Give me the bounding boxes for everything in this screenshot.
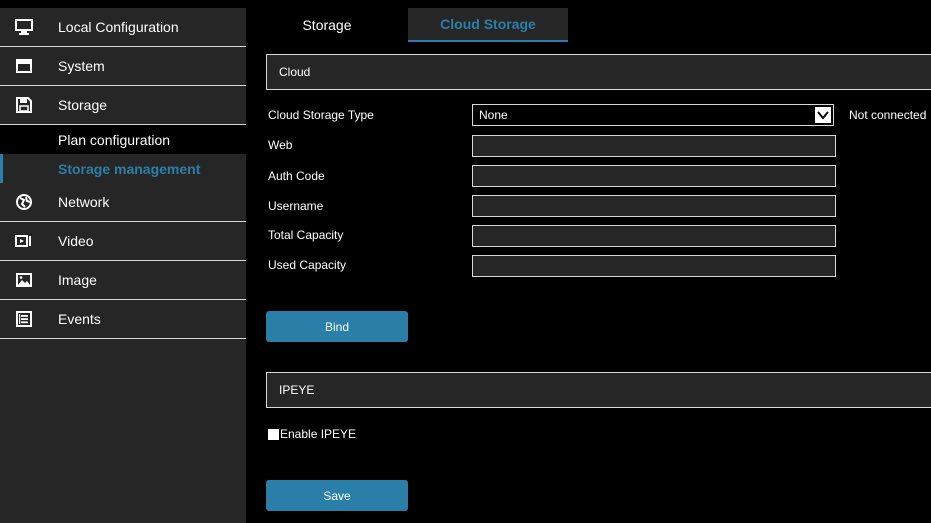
sidebar-item-image[interactable]: Image bbox=[0, 261, 246, 300]
storage-submenu: Plan configuration Storage management bbox=[0, 125, 246, 183]
cloud-section-header: Cloud bbox=[266, 54, 931, 90]
enable-ipeye-checkbox[interactable] bbox=[268, 428, 279, 440]
sidebar-item-label: Events bbox=[58, 311, 101, 327]
used-capacity-label: Used Capacity bbox=[268, 258, 347, 272]
submenu-storage-management[interactable]: Storage management bbox=[0, 154, 246, 183]
main-content: Storage Cloud Storage Cloud Cloud Storag… bbox=[246, 0, 931, 523]
sidebar-item-local-configuration[interactable]: Local Configuration bbox=[0, 8, 246, 47]
sidebar-item-label: Image bbox=[58, 272, 97, 288]
sidebar-item-label: Storage bbox=[58, 97, 108, 113]
auth-code-label: Auth Code bbox=[268, 169, 325, 183]
system-icon bbox=[14, 56, 34, 76]
sidebar-item-system[interactable]: System bbox=[0, 47, 246, 86]
enable-ipeye-label[interactable]: Enable IPEYE bbox=[280, 427, 356, 441]
total-capacity-label: Total Capacity bbox=[268, 228, 344, 242]
web-field[interactable] bbox=[472, 135, 836, 157]
submenu-plan-configuration[interactable]: Plan configuration bbox=[0, 125, 246, 154]
web-label: Web bbox=[268, 138, 293, 152]
enable-ipeye-row: Enable IPEYE bbox=[268, 427, 356, 441]
cloud-storage-type-select[interactable]: None bbox=[472, 104, 834, 126]
username-label: Username bbox=[268, 199, 324, 213]
used-capacity-field bbox=[472, 255, 836, 277]
sidebar-item-storage[interactable]: Storage bbox=[0, 86, 246, 125]
chevron-down-icon[interactable] bbox=[815, 107, 831, 123]
sidebar-item-network[interactable]: Network bbox=[0, 183, 246, 222]
storage-icon bbox=[14, 95, 34, 115]
sidebar-item-video[interactable]: Video bbox=[0, 222, 246, 261]
sidebar-item-events[interactable]: Events bbox=[0, 300, 246, 339]
username-field[interactable] bbox=[472, 195, 836, 217]
auth-code-field[interactable] bbox=[472, 165, 836, 187]
bind-button[interactable]: Bind bbox=[266, 311, 408, 342]
total-capacity-field bbox=[472, 225, 836, 247]
tab-cloud-storage[interactable]: Cloud Storage bbox=[408, 8, 568, 42]
sidebar-item-label: Video bbox=[58, 233, 94, 249]
events-icon bbox=[14, 309, 34, 329]
save-button[interactable]: Save bbox=[266, 480, 408, 511]
video-icon bbox=[14, 231, 34, 251]
ipeye-section-header: IPEYE bbox=[266, 372, 931, 408]
sidebar: Local Configuration System Storage Plan … bbox=[0, 8, 246, 523]
network-icon bbox=[14, 192, 34, 212]
sidebar-item-label: Local Configuration bbox=[58, 19, 179, 35]
monitor-icon bbox=[14, 17, 34, 37]
sidebar-item-label: Network bbox=[58, 194, 110, 210]
cloud-storage-type-label: Cloud Storage Type bbox=[268, 108, 374, 122]
image-icon bbox=[14, 270, 34, 290]
cloud-storage-type-value: None bbox=[479, 108, 508, 122]
sidebar-item-label: System bbox=[58, 58, 105, 74]
cloud-connection-status: Not connected bbox=[849, 108, 927, 122]
tab-bar: Storage Cloud Storage bbox=[246, 8, 568, 42]
tab-storage[interactable]: Storage bbox=[246, 8, 408, 42]
